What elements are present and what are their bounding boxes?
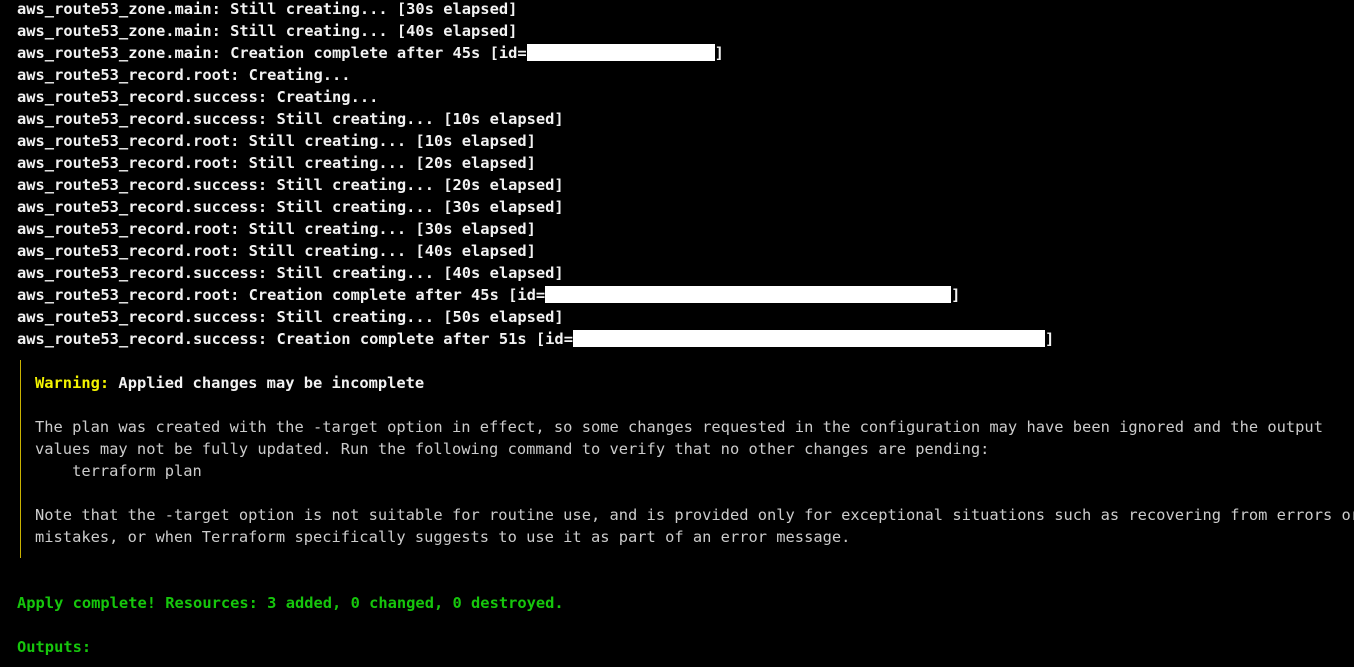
- warning-text-line: mistakes, or when Terraform specifically…: [35, 528, 851, 546]
- log-text: aws_route53_record.success: Creating...: [17, 88, 379, 106]
- log-text: aws_route53_record.success: Creation com…: [17, 330, 573, 348]
- warning-heading: Warning: Applied changes may be incomple…: [35, 372, 1345, 394]
- log-text: aws_route53_zone.main: Still creating...…: [17, 22, 518, 40]
- log-line: aws_route53_record.root: Still creating.…: [17, 130, 1347, 152]
- log-text: aws_route53_zone.main: Creation complete…: [17, 44, 527, 62]
- log-text: aws_route53_record.success: Still creati…: [17, 176, 564, 194]
- log-line: aws_route53_record.success: Creating...: [17, 86, 1347, 108]
- log-text: aws_route53_record.root: Still creating.…: [17, 132, 536, 150]
- terminal-output: aws_route53_zone.main: Still creating...…: [17, 0, 1347, 350]
- log-text: aws_route53_record.success: Still creati…: [17, 110, 564, 128]
- warning-text-line: The plan was created with the -target op…: [35, 418, 1323, 436]
- log-line: aws_route53_record.success: Still creati…: [17, 174, 1347, 196]
- log-line: aws_route53_record.success: Still creati…: [17, 196, 1347, 218]
- redacted-id-box: [526, 44, 715, 61]
- warning-text-line: Note that the -target option is not suit…: [35, 506, 1354, 524]
- log-suffix: ]: [1044, 330, 1055, 348]
- redacted-id-box: [545, 286, 952, 303]
- log-text: aws_route53_record.root: Creating...: [17, 66, 351, 84]
- warning-block: Warning: Applied changes may be incomple…: [20, 360, 1354, 558]
- log-line: aws_route53_record.success: Still creati…: [17, 306, 1347, 328]
- log-line: aws_route53_record.success: Creation com…: [17, 328, 1347, 350]
- log-line: aws_route53_zone.main: Still creating...…: [17, 0, 1347, 20]
- log-line: aws_route53_record.root: Creation comple…: [17, 284, 1347, 306]
- log-text: aws_route53_record.success: Still creati…: [17, 198, 564, 216]
- log-text: aws_route53_record.root: Creation comple…: [17, 286, 546, 304]
- log-line: aws_route53_zone.main: Creation complete…: [17, 42, 1347, 64]
- log-line: aws_route53_record.root: Still creating.…: [17, 152, 1347, 174]
- log-suffix: ]: [714, 44, 724, 62]
- apply-summary: Apply complete! Resources: 3 added, 0 ch…: [17, 592, 564, 658]
- log-line: aws_route53_record.success: Still creati…: [17, 262, 1347, 284]
- log-text: aws_route53_zone.main: Still creating...…: [17, 0, 518, 18]
- log-line: aws_route53_record.success: Still creati…: [17, 108, 1347, 130]
- log-line: aws_route53_record.root: Creating...: [17, 64, 1347, 86]
- redacted-id-box: [572, 330, 1045, 347]
- log-line: aws_route53_record.root: Still creating.…: [17, 218, 1347, 240]
- warning-command: terraform plan: [35, 462, 202, 480]
- warning-content: Warning: Applied changes may be incomple…: [35, 372, 1354, 548]
- outputs-label: Outputs:: [17, 638, 92, 656]
- warning-label: Warning:: [35, 374, 110, 392]
- log-text: aws_route53_record.root: Still creating.…: [17, 220, 536, 238]
- log-text: aws_route53_record.root: Still creating.…: [17, 154, 536, 172]
- apply-complete-message: Apply complete! Resources: 3 added, 0 ch…: [17, 594, 564, 612]
- warning-title: Applied changes may be incomplete: [118, 374, 425, 392]
- log-text: aws_route53_record.success: Still creati…: [17, 264, 564, 282]
- log-line: aws_route53_record.root: Still creating.…: [17, 240, 1347, 262]
- warning-text-line: values may not be fully updated. Run the…: [35, 440, 990, 458]
- log-text: aws_route53_record.root: Still creating.…: [17, 242, 536, 260]
- log-text: aws_route53_record.success: Still creati…: [17, 308, 564, 326]
- log-suffix: ]: [951, 286, 961, 304]
- log-line: aws_route53_zone.main: Still creating...…: [17, 20, 1347, 42]
